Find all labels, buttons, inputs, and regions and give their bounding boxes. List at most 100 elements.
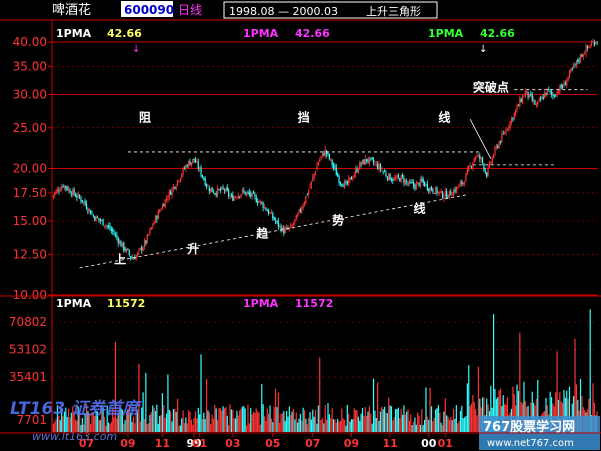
- candle-body: [132, 258, 135, 260]
- candle-body: [91, 213, 93, 215]
- volume-bar: [305, 418, 307, 432]
- volume-bar: [159, 415, 161, 432]
- candle-body: [145, 240, 147, 244]
- volume-bar: [230, 409, 232, 432]
- volume-bar: [259, 424, 261, 432]
- candle-body: [379, 164, 382, 170]
- candle-body: [323, 153, 325, 156]
- candle-body: [400, 175, 402, 183]
- candle-body: [509, 121, 511, 129]
- candle-body: [595, 42, 597, 45]
- volume-bar: [225, 407, 227, 432]
- candle-body: [350, 176, 353, 180]
- candle-body: [356, 168, 358, 173]
- volume-bar: [214, 404, 216, 432]
- candle-body: [331, 159, 333, 166]
- candle-body: [63, 185, 66, 188]
- candle-body: [157, 210, 159, 219]
- candle-body: [52, 194, 54, 197]
- candle-body: [382, 171, 384, 173]
- candle-body: [125, 248, 128, 252]
- candle-body: [116, 234, 118, 238]
- candle-body: [541, 96, 543, 100]
- price-tick-label: 35.00: [13, 59, 47, 73]
- price-tick-label: 17.50: [13, 186, 47, 200]
- candle-body: [244, 191, 246, 195]
- volume-bar: [210, 424, 212, 432]
- annotation-label: 线: [414, 201, 426, 216]
- candle-body: [581, 54, 583, 57]
- candle-body: [526, 90, 528, 93]
- volume-bar: [301, 420, 303, 432]
- volume-bar: [430, 406, 433, 432]
- volume-bar: [226, 415, 228, 432]
- volume-bar: [410, 414, 412, 432]
- candle-body: [363, 159, 365, 165]
- volume-bar: [395, 409, 397, 432]
- x-tick-label: 11: [155, 437, 170, 450]
- volume-bar: [403, 405, 405, 432]
- x-tick-label: 01: [192, 437, 207, 450]
- candle-body: [248, 191, 250, 195]
- candle-body: [239, 196, 241, 198]
- volume-indicator-1-value: 11572: [107, 297, 145, 310]
- candle-body: [245, 192, 248, 195]
- volume-bar: [363, 415, 365, 432]
- volume-bar: [215, 408, 217, 432]
- volume-bar: [390, 406, 393, 432]
- candle-body: [401, 174, 404, 178]
- candle-body: [266, 210, 268, 212]
- period-label[interactable]: 日线: [178, 3, 202, 17]
- volume-bar: [141, 407, 143, 432]
- candle-body: [524, 91, 526, 97]
- annotation-label: 突破点: [473, 79, 509, 94]
- candle-body: [66, 187, 68, 191]
- candle-body: [98, 218, 100, 220]
- candle-body: [124, 248, 126, 251]
- volume-bar: [389, 405, 391, 432]
- candle-body: [531, 95, 533, 101]
- candle-body: [454, 189, 456, 193]
- candle-body: [421, 178, 423, 181]
- volume-bar: [331, 408, 333, 432]
- candle-body: [484, 169, 486, 172]
- candle-body: [273, 217, 275, 221]
- volume-bar: [313, 416, 315, 432]
- candle-body: [462, 182, 464, 185]
- candle-body: [274, 220, 277, 222]
- volume-bar: [145, 372, 147, 432]
- volume-bar: [447, 416, 449, 432]
- volume-bar: [221, 410, 223, 432]
- volume-bar: [357, 416, 359, 432]
- volume-bar: [433, 417, 435, 432]
- volume-bar: [378, 420, 380, 432]
- volume-bar: [400, 408, 402, 432]
- candle-body: [192, 158, 194, 163]
- volume-bar: [426, 416, 428, 432]
- volume-bar: [182, 410, 184, 432]
- candle-body: [123, 242, 125, 251]
- candle-body: [101, 220, 103, 221]
- volume-bar: [469, 405, 471, 432]
- volume-bar: [229, 404, 231, 432]
- candle-body: [570, 69, 572, 73]
- candle-body: [252, 191, 255, 194]
- volume-bar: [401, 414, 404, 432]
- candle-body: [263, 206, 266, 209]
- volume-bar: [455, 405, 457, 432]
- candle-body: [397, 175, 399, 178]
- candle-body: [83, 201, 85, 203]
- volume-bar: [233, 418, 235, 432]
- volume-bar: [160, 415, 162, 432]
- candle-body: [265, 207, 267, 211]
- candle-body: [459, 182, 462, 184]
- volume-bar: [287, 416, 289, 432]
- volume-bar: [183, 422, 186, 432]
- candle-body: [444, 191, 446, 197]
- volume-bar: [386, 413, 388, 432]
- volume-tick-label: 70802: [9, 315, 47, 329]
- volume-bar: [397, 407, 399, 432]
- candle-body: [270, 212, 273, 214]
- candle-body: [596, 41, 598, 43]
- candle-body: [247, 191, 249, 193]
